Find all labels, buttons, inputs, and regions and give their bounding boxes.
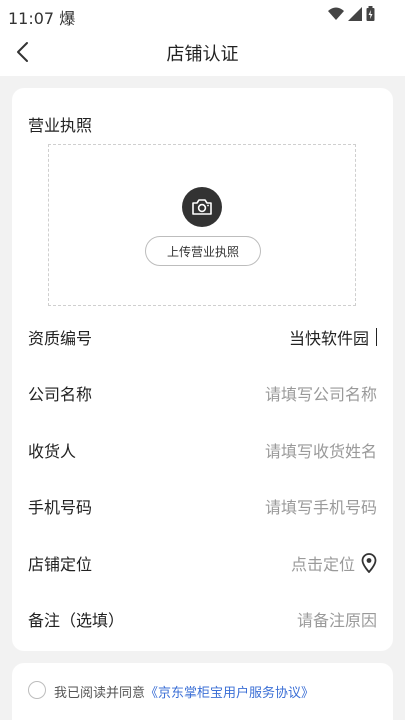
battery-icon bbox=[366, 6, 375, 21]
nav-header: 店铺认证 bbox=[0, 28, 405, 76]
page-title: 店铺认证 bbox=[166, 44, 239, 65]
field-phone[interactable]: 手机号码 请填写手机号码 bbox=[28, 486, 377, 526]
signal-icon bbox=[348, 6, 362, 21]
wifi-icon bbox=[328, 7, 344, 20]
agreement-bar: 我已阅读并同意《京东掌柜宝用户服务协议》 bbox=[12, 663, 393, 720]
text-caret bbox=[376, 328, 377, 346]
qualification-number-input[interactable]: 当快软件园 bbox=[289, 325, 377, 349]
field-label: 公司名称 bbox=[28, 385, 93, 404]
license-label: 营业执照 bbox=[28, 116, 93, 135]
field-store-location[interactable]: 店铺定位 点击定位 bbox=[28, 543, 377, 583]
field-receiver[interactable]: 收货人 请填写收货姓名 bbox=[28, 430, 377, 470]
system-icons bbox=[328, 6, 375, 21]
status-time: 11:07 爆 bbox=[8, 9, 76, 28]
service-agreement-link[interactable]: 《京东掌柜宝用户服务协议》 bbox=[145, 686, 314, 701]
field-company-name[interactable]: 公司名称 请填写公司名称 bbox=[28, 373, 377, 413]
upload-license-button[interactable]: 上传营业执照 bbox=[145, 236, 261, 266]
field-label: 店铺定位 bbox=[28, 555, 93, 574]
license-upload-area[interactable]: 上传营业执照 bbox=[48, 144, 356, 306]
location-pin-icon bbox=[361, 553, 377, 573]
company-name-input[interactable]: 请填写公司名称 bbox=[265, 381, 377, 405]
locate-button[interactable]: 点击定位 bbox=[291, 551, 377, 575]
store-auth-form: 营业执照 上传营业执照 资质编号 当快软件园 公司名称 请填写公司名称 收货人 … bbox=[12, 88, 393, 651]
field-label: 备注（选填） bbox=[28, 611, 125, 630]
camera-button[interactable] bbox=[182, 187, 222, 227]
field-qualification-number[interactable]: 资质编号 当快软件园 bbox=[28, 317, 377, 357]
camera-icon bbox=[192, 199, 212, 215]
remarks-input[interactable]: 请备注原因 bbox=[297, 607, 377, 631]
receiver-name-input[interactable]: 请填写收货姓名 bbox=[265, 438, 377, 462]
field-label: 手机号码 bbox=[28, 498, 93, 517]
field-remarks[interactable]: 备注（选填） 请备注原因 bbox=[28, 599, 377, 639]
phone-input[interactable]: 请填写手机号码 bbox=[265, 494, 377, 518]
field-label: 收货人 bbox=[28, 442, 77, 461]
agreement-text: 我已阅读并同意《京东掌柜宝用户服务协议》 bbox=[54, 686, 315, 701]
field-label: 资质编号 bbox=[28, 329, 93, 348]
status-bar: 11:07 爆 bbox=[0, 0, 405, 28]
agreement-checkbox[interactable] bbox=[28, 681, 46, 699]
